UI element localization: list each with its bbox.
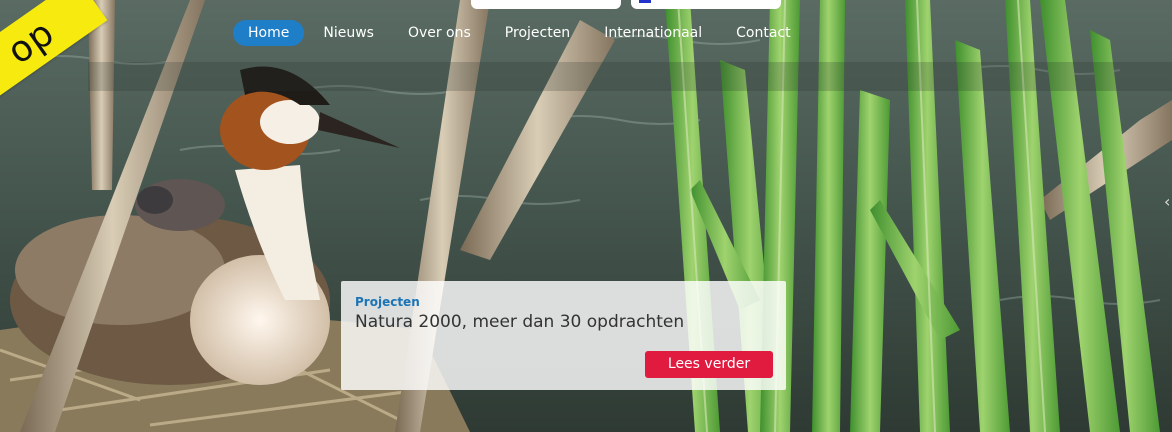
next-slide-icon[interactable]: ‹ xyxy=(1164,192,1172,212)
nav-item-over-ons[interactable]: Over ons xyxy=(393,20,486,46)
search-input[interactable] xyxy=(471,0,621,9)
language-selector[interactable] xyxy=(631,0,781,9)
read-more-button[interactable]: Lees verder xyxy=(645,351,773,378)
nav-item-home[interactable]: Home xyxy=(233,20,305,46)
nav-item-internationaal[interactable]: Internationaal xyxy=(589,20,717,46)
navigation-backdrop xyxy=(88,62,1172,91)
nav-item-nieuws[interactable]: Nieuws xyxy=(308,20,389,46)
nav-item-contact[interactable]: Contact xyxy=(721,20,805,46)
nav-menu: Home Nieuws Over ons Projecten Internati… xyxy=(233,20,810,46)
nav-item-projecten[interactable]: Projecten xyxy=(490,20,585,46)
slide-caption-card: Projecten Natura 2000, meer dan 30 opdra… xyxy=(341,281,786,390)
main-navigation: Home Nieuws Over ons Projecten Internati… xyxy=(0,10,1172,91)
flag-icon xyxy=(639,0,651,3)
slide-title[interactable]: Natura 2000, meer dan 30 opdrachten xyxy=(355,312,684,332)
slide-category[interactable]: Projecten xyxy=(355,295,420,309)
